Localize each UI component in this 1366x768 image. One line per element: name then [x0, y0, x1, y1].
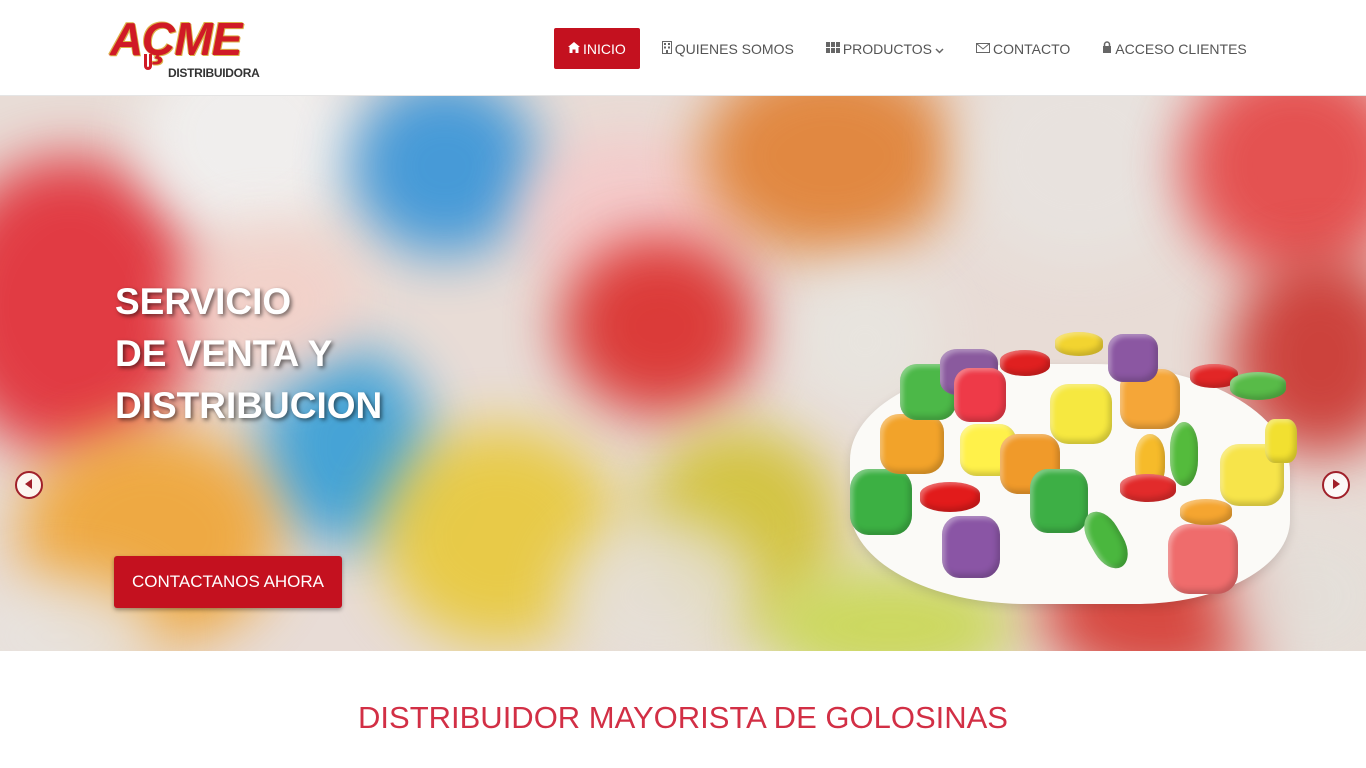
logo-wordmark: AÇME: [110, 13, 242, 65]
nav-label-quienes-somos: QUIENES SOMOS: [674, 40, 794, 57]
hero-title: SERVICIO DE VENTA Y DISTRIBUCION: [115, 276, 382, 432]
slider-prev-button[interactable]: [15, 471, 43, 499]
nav-label-acceso-clientes: ACCESO CLIENTES: [1115, 40, 1247, 57]
nav-item-inicio[interactable]: INICIO: [554, 28, 640, 69]
lock-icon: [1102, 41, 1112, 56]
nav-item-contacto[interactable]: CONTACTO: [966, 28, 1080, 69]
grid-icon: [825, 41, 840, 56]
hero-title-line: SERVICIO: [115, 281, 292, 322]
nav-item-quienes-somos[interactable]: QUIENES SOMOS: [652, 28, 804, 69]
logo-subtitle: DISTRIBUIDORA: [168, 66, 260, 80]
chevron-down-icon: [935, 41, 944, 57]
section-title: DISTRIBUIDOR MAYORISTA DE GOLOSINAS: [358, 700, 1008, 735]
gummy-candies-image: [850, 324, 1300, 609]
nav-item-acceso-clientes[interactable]: ACCESO CLIENTES: [1092, 28, 1256, 69]
chevron-left-icon: [25, 478, 33, 492]
logo-lollipop-icon: [144, 54, 152, 70]
hero-slider: SERVICIO DE VENTA Y DISTRIBUCION CONTACT…: [0, 96, 1366, 651]
contact-cta-button[interactable]: CONTACTANOS AHORA: [114, 556, 342, 608]
envelope-icon: [976, 42, 991, 56]
hero-title-line: DE VENTA Y: [115, 333, 333, 374]
nav-label-productos: PRODUCTOS: [842, 40, 933, 57]
nav-label-contacto: CONTACTO: [993, 40, 1071, 57]
home-icon: [568, 41, 580, 56]
header-navbar: AÇME DISTRIBUIDORA INICIO QUIENES SOMOS …: [0, 0, 1366, 96]
nav-label-inicio: INICIO: [583, 40, 626, 57]
building-icon: [661, 40, 672, 57]
nav-item-productos[interactable]: PRODUCTOS: [816, 28, 954, 69]
main-nav: INICIO QUIENES SOMOS PRODUCTOS CONTACTO: [554, 28, 1257, 69]
slider-next-button[interactable]: [1322, 471, 1350, 499]
brand-logo[interactable]: AÇME DISTRIBUIDORA: [108, 10, 268, 86]
hero-title-line: DISTRIBUCION: [115, 385, 383, 426]
chevron-right-icon: [1332, 478, 1340, 492]
